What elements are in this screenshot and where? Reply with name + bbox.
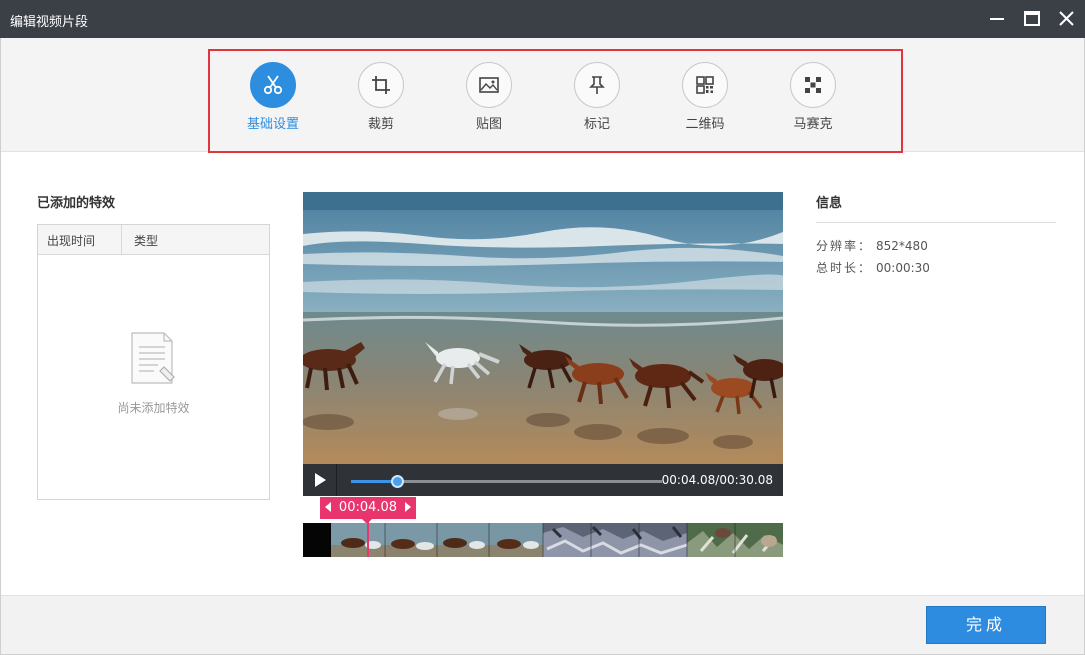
effects-table-header: 出现时间 类型 bbox=[38, 225, 269, 255]
info-resolution-row: 分辨率： 852*480 bbox=[816, 237, 928, 254]
empty-state-text: 尚未添加特效 bbox=[117, 401, 190, 415]
column-header-type[interactable]: 类型 bbox=[134, 232, 158, 249]
time-display: 00:04.08/00:30.08 bbox=[661, 473, 773, 487]
resolution-value: 852*480 bbox=[876, 239, 928, 253]
tool-label: 裁剪 bbox=[367, 117, 394, 132]
tool-label: 基础设置 bbox=[246, 117, 299, 132]
image-icon bbox=[479, 77, 499, 93]
progress-knob[interactable] bbox=[391, 475, 405, 488]
resolution-label: 分辨率： bbox=[816, 239, 873, 253]
marker-time: 00:04.08 bbox=[338, 500, 398, 515]
progress-bar[interactable] bbox=[351, 475, 662, 488]
minimize-button[interactable] bbox=[984, 6, 1010, 32]
pin-icon bbox=[589, 76, 605, 94]
tool-crop[interactable]: 裁剪 bbox=[341, 62, 421, 132]
tool-qrcode[interactable]: 二维码 bbox=[665, 62, 745, 132]
tool-label: 贴图 bbox=[475, 117, 502, 132]
tool-label: 二维码 bbox=[685, 117, 725, 132]
duration-label: 总时长： bbox=[816, 261, 873, 275]
info-duration-row: 总时长： 00:00:30 bbox=[816, 259, 930, 276]
minimize-icon bbox=[990, 18, 1004, 20]
title-bar: 编辑视频片段 bbox=[0, 0, 1085, 38]
filmstrip-thumbnails bbox=[303, 523, 783, 557]
empty-document-icon bbox=[131, 332, 175, 384]
close-button[interactable] bbox=[1053, 6, 1079, 32]
window-title: 编辑视频片段 bbox=[10, 15, 89, 30]
tool-mark[interactable]: 标记 bbox=[557, 62, 637, 132]
tool-basic-settings[interactable]: 基础设置 bbox=[233, 62, 313, 132]
timeline-filmstrip[interactable] bbox=[303, 523, 783, 557]
tool-sticker[interactable]: 贴图 bbox=[449, 62, 529, 132]
tool-label: 马赛克 bbox=[793, 117, 833, 132]
tool-label: 标记 bbox=[583, 117, 610, 132]
crop-icon bbox=[372, 76, 390, 94]
tool-mosaic[interactable]: 马赛克 bbox=[773, 62, 853, 132]
effects-table: 出现时间 类型 尚未添加特效 bbox=[37, 224, 270, 500]
play-icon bbox=[315, 473, 326, 487]
maximize-button[interactable] bbox=[1019, 6, 1045, 32]
column-divider bbox=[121, 225, 122, 255]
player-controls: 00:04.08/00:30.08 bbox=[303, 464, 783, 496]
video-frame-image bbox=[303, 192, 783, 464]
duration-value: 00:00:30 bbox=[876, 261, 930, 275]
video-preview bbox=[303, 192, 783, 464]
effects-list-title: 已添加的特效 bbox=[37, 196, 116, 211]
qrcode-icon bbox=[696, 76, 714, 94]
column-header-time[interactable]: 出现时间 bbox=[47, 232, 95, 249]
mosaic-icon bbox=[805, 77, 821, 93]
marker-right-arrow-icon[interactable] bbox=[405, 502, 411, 512]
close-icon bbox=[1059, 11, 1074, 26]
footer-bar bbox=[1, 595, 1084, 654]
info-divider bbox=[816, 222, 1056, 223]
play-button[interactable] bbox=[303, 464, 337, 496]
timeline-marker[interactable]: 00:04.08 bbox=[320, 497, 416, 519]
timeline-playhead[interactable] bbox=[367, 519, 369, 557]
done-button[interactable]: 完成 bbox=[926, 606, 1046, 644]
scissors-icon bbox=[263, 75, 283, 95]
info-title: 信息 bbox=[816, 196, 843, 211]
maximize-icon bbox=[1024, 11, 1040, 26]
